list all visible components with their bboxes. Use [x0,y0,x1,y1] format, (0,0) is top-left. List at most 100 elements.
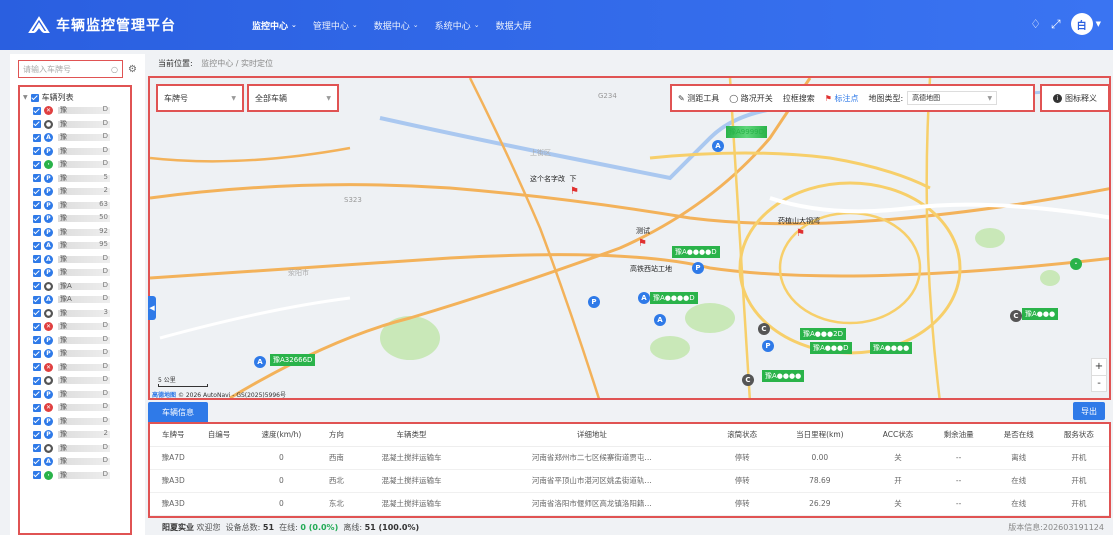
tree-item[interactable]: P 豫D [33,145,127,159]
checkbox[interactable] [33,363,41,372]
tree-item[interactable]: A 豫D [33,455,127,469]
vehicle-marker-gray[interactable]: C [758,323,770,335]
gear-icon[interactable]: ⚙ [128,64,137,75]
export-button[interactable]: 导出 [1073,402,1105,420]
checkbox[interactable] [33,160,41,169]
vehicle-plate-label[interactable]: 豫A●●●● [870,342,913,354]
tree-item[interactable]: P 豫D [33,347,127,361]
vehicle-marker-a[interactable]: A [712,140,724,152]
tree-root[interactable]: ▼ 车辆列表 [23,91,127,104]
zoom-in-button[interactable]: + [1092,359,1106,376]
checkbox[interactable] [33,403,41,412]
collapse-sidebar-button[interactable]: ◀ [148,296,156,320]
vehicle-plate-label[interactable]: 豫A●●●●D [650,292,698,304]
table-row[interactable]: 豫A7D 0 西南 混凝土搅拌运输车 河南省郑州市二七区候寨街道贾屯… 停转 0.00 关 --… [150,446,1109,470]
box-search-button[interactable]: 拉框搜索 [783,93,815,104]
checkbox[interactable] [33,214,41,223]
tree-item[interactable]: ● 豫 3 [33,307,127,321]
vehicle-marker-gray[interactable]: C [742,374,754,386]
chevron-down-icon[interactable]: ▼ [1096,20,1101,28]
tree-item[interactable]: P 豫 92 [33,226,127,240]
tree-item[interactable]: A 豫 95 [33,239,127,253]
checkbox[interactable] [33,444,41,453]
checkbox[interactable] [33,201,41,210]
tab-vehicle-info[interactable]: 车辆信息 [148,402,208,422]
measure-tool-button[interactable]: ✎ 测距工具 [678,93,719,104]
checkbox[interactable] [33,457,41,466]
fullscreen-icon[interactable]: ⤢ [1051,17,1061,32]
checkbox[interactable] [33,295,41,304]
tree-item[interactable]: ● 豫 D [33,118,127,132]
caret-down-icon[interactable]: ▼ [23,94,28,101]
vehicle-marker-p[interactable]: P [692,262,704,274]
vehicle-marker-a[interactable]: A [254,356,266,368]
checkbox[interactable] [33,471,41,480]
checkbox[interactable] [30,93,39,102]
vehicle-marker-gray[interactable]: C [1010,310,1022,322]
checkbox[interactable] [33,120,41,129]
plate-select[interactable]: 车牌号 ▼ [156,84,244,112]
tree-item[interactable]: P 豫 63 [33,199,127,213]
nav-item[interactable]: 管理中心 ⌄ [313,19,358,32]
bell-icon[interactable]: ♢ [1030,17,1041,31]
map-canvas[interactable]: G234 S323 上街区 荥阳市 A 豫A9999D P 豫A●●●●D P … [148,76,1111,400]
tree-item[interactable]: ✕ 豫 D [33,320,127,334]
tree-item[interactable]: ✕ 豫 D [33,104,127,118]
checkbox[interactable] [33,174,41,183]
flag-marker-icon[interactable]: ⚑ [638,238,647,249]
logo[interactable]: 车辆监控管理平台 [28,15,208,35]
checkbox[interactable] [33,417,41,426]
checkbox[interactable] [33,309,41,318]
table-row[interactable]: 豫A3D 0 东北 混凝土搅拌运输车 河南省洛阳市偃师区高龙镇洛阳籍… 停转 26.29 关 -… [150,492,1109,516]
vehicle-plate-label[interactable]: 豫A●●●2D [800,328,846,340]
tree-item[interactable]: ● 豫 D [33,442,127,456]
nav-item[interactable]: 监控中心 ⌄ [252,19,297,32]
checkbox[interactable] [33,336,41,345]
tree-item[interactable]: P 豫2 [33,428,127,442]
checkbox[interactable] [33,228,41,237]
vehicle-plate-label[interactable]: 豫A32666D [270,354,316,366]
traffic-toggle-button[interactable]: ◯ 路况开关 [729,93,773,104]
tree-item[interactable]: ● 豫A D [33,280,127,294]
vehicle-plate-label[interactable]: 豫A9999D [726,126,767,138]
checkbox[interactable] [33,133,41,142]
tree-item[interactable]: P 豫D [33,415,127,429]
vehicle-plate-label[interactable]: 豫A●●●●D [672,246,720,258]
checkbox[interactable] [33,430,41,439]
tree-item[interactable]: · 豫 D [33,158,127,172]
checkbox[interactable] [33,376,41,385]
avatar[interactable]: 白 [1070,13,1093,35]
tree-item[interactable]: ✕ 豫 D [33,401,127,415]
checkbox[interactable] [33,147,41,156]
vehicle-plate-label[interactable]: 豫A●●● [1022,308,1059,320]
checkbox[interactable] [33,106,41,115]
checkbox[interactable] [33,282,41,291]
vehicle-marker-p[interactable]: P [588,296,600,308]
tree-item[interactable]: ● 豫 D [33,374,127,388]
vehicle-select[interactable]: 全部车辆 ▼ [247,84,339,112]
tree-item[interactable]: ✕ 豫 D [33,361,127,375]
checkbox[interactable] [33,241,41,250]
nav-item[interactable]: 系统中心 ⌄ [435,19,480,32]
tree-item[interactable]: P 豫D [33,334,127,348]
legend-button[interactable]: i 图标释义 [1040,84,1110,112]
breadcrumb-path[interactable]: 监控中心 / 实时定位 [201,59,273,68]
tree-item[interactable]: · 豫 D [33,469,127,483]
vehicle-plate-label[interactable]: 豫A●●●● [762,370,805,382]
checkbox[interactable] [33,187,41,196]
zoom-out-button[interactable]: - [1092,376,1106,392]
vehicle-marker-green[interactable]: · [1070,258,1082,270]
table-row[interactable]: 豫A3D 0 西北 混凝土搅拌运输车 河南省平顶山市湛河区姚孟街道轨… 停转 78.69 开 -… [150,469,1109,493]
tree-item[interactable]: P 豫2 [33,185,127,199]
vehicle-tree[interactable]: ▼ 车辆列表 ✕ 豫 D ● 豫 D A 豫 D P 豫 D · 豫 D P 豫 5 P 豫 2 P 豫 63 P 豫 50 P 豫 92… [18,85,132,535]
mark-point-button[interactable]: ⚑ 标注点 [825,93,859,104]
vehicle-marker-p[interactable]: P [762,340,774,352]
vehicle-marker-a[interactable]: A [638,292,650,304]
checkbox[interactable] [33,268,41,277]
tree-item[interactable]: P 豫D [33,388,127,402]
nav-item[interactable]: 数据中心 ⌄ [374,19,419,32]
checkbox[interactable] [33,390,41,399]
checkbox[interactable] [33,349,41,358]
vehicle-marker-a[interactable]: A [654,314,666,326]
tree-item[interactable]: A 豫D [33,253,127,267]
